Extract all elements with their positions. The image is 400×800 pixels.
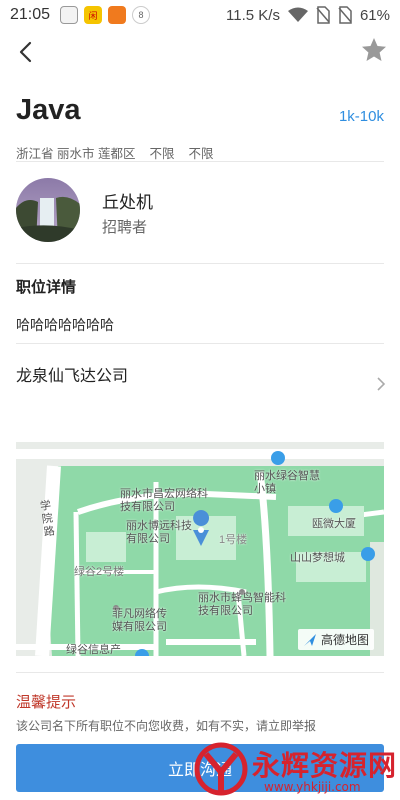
company-map[interactable]: 学院路 丽水市昌宏网络科技有限公司 丽水博远科技有限公司 1号楼 丽水绿谷智慧小…: [16, 442, 384, 656]
job-description: 哈哈哈哈哈哈哈: [16, 317, 114, 333]
divider: [16, 161, 384, 162]
back-icon[interactable]: [12, 38, 40, 66]
app-notification-icon: [60, 6, 79, 24]
wifi-icon: [287, 7, 308, 22]
favorite-star-icon[interactable]: [360, 36, 388, 64]
map-label: 绿谷2号楼: [74, 566, 125, 578]
map-label: 丽水市昌宏网络科技有限公司: [120, 488, 208, 513]
top-bar: [0, 30, 400, 74]
recruiter-name: 丘处机: [102, 193, 153, 212]
chevron-right-icon: [377, 377, 386, 391]
map-label: 1号楼: [219, 534, 248, 546]
no-sim-icon-2: [338, 6, 352, 24]
uc-browser-icon: [108, 6, 127, 24]
map-label: 丽水博远科技有限公司: [126, 520, 192, 545]
recruiter-card[interactable]: 丘处机 招聘者: [16, 178, 384, 246]
shop-notification-icon: 闲: [84, 6, 103, 24]
battery-level: 61%: [359, 6, 390, 24]
divider: [16, 343, 384, 344]
map-label: 丽水绿谷智慧小镇: [254, 470, 320, 495]
map-label: 绿谷信息产: [66, 644, 121, 656]
map-label: 瓯微大厦: [312, 518, 356, 530]
divider: [16, 263, 384, 264]
job-education: 不限: [188, 147, 214, 161]
notice-title: 温馨提示: [16, 694, 77, 711]
salary-range: 1k-10k: [338, 108, 384, 125]
map-label: 山山梦想城: [290, 552, 345, 564]
map-provider: 高德地图: [320, 633, 369, 647]
company-name: 龙泉仙飞达公司: [16, 368, 129, 385]
map-label: 菲凡网络传媒有限公司: [112, 608, 167, 633]
job-meta: 浙江省 丽水市 莲都区 不限 不限: [16, 143, 213, 162]
amap-arrow-icon: [303, 633, 316, 646]
status-bar: 21:05 闲 8 11.5 K/s 61%: [0, 0, 400, 30]
amap-logo: 高德地图: [297, 629, 374, 650]
network-speed: 11.5 K/s: [226, 6, 280, 24]
company-link[interactable]: 龙泉仙飞达公司: [0, 350, 400, 420]
map-canvas: [16, 442, 384, 656]
status-time: 21:05: [10, 6, 51, 23]
job-details-title: 职位详情: [16, 279, 77, 296]
notice-text: 该公司名下所有职位不向您收费，如有不实，请立即举报: [16, 719, 317, 733]
map-label: 丽水市蜂鸟智能科技有限公司: [198, 592, 286, 617]
job-location: 浙江省 丽水市 莲都区: [16, 147, 136, 161]
recruiter-role: 招聘者: [102, 219, 148, 236]
job-title: Java: [16, 94, 81, 126]
app-badge-icon: 8: [132, 6, 151, 24]
recruiter-avatar[interactable]: [16, 178, 80, 242]
no-sim-icon: [316, 6, 330, 24]
apply-button[interactable]: 立即沟通: [16, 744, 384, 792]
divider: [16, 672, 384, 673]
job-experience: 不限: [149, 147, 175, 161]
